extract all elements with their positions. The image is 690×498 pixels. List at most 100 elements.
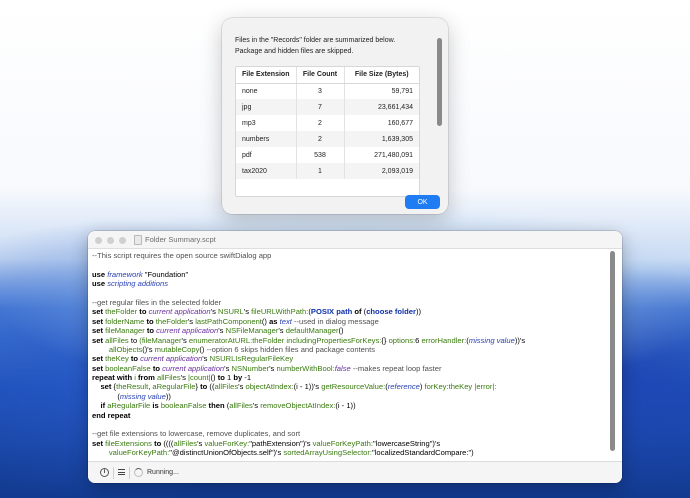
code-line: --This script requires the open source s…	[92, 251, 612, 260]
code-token: options:	[388, 335, 416, 345]
code-token: current application	[156, 326, 219, 336]
code-token: end repeat	[92, 410, 131, 420]
dialog-scrollbar[interactable]	[437, 38, 442, 126]
cell-count: 1	[296, 163, 345, 179]
file-summary-table[interactable]: File Extension File Count File Size (Byt…	[235, 66, 420, 197]
table-row[interactable]: mp3 2 160,677	[236, 115, 419, 131]
code-token: aRegularFile	[107, 401, 151, 411]
code-token: (i - 1))	[335, 401, 356, 411]
code-token: removeObjectAtIndex:	[260, 401, 336, 411]
code-token: by	[233, 373, 245, 383]
table-row[interactable]: none 3 59,791	[236, 83, 419, 99]
cell-count: 2	[296, 115, 345, 131]
code-token: text	[279, 316, 292, 326]
minimize-window-button[interactable]	[107, 237, 114, 244]
code-token: -1	[244, 373, 252, 383]
dialog-message: Files in the "Records" folder are summar…	[235, 36, 425, 57]
code-token: booleanFalse	[105, 363, 151, 373]
code-token: aRegularFile	[152, 382, 196, 392]
table-row[interactable]: tax2020 1 2,093,019	[236, 163, 419, 179]
code-token: "localizedStandardCompare:")	[372, 448, 474, 458]
code-line: allObjects()'s mutableCopy() --option 6 …	[92, 345, 612, 354]
code-token: scripting additions	[107, 279, 168, 289]
table-row[interactable]: pdf 538 271,480,091	[236, 147, 419, 163]
code-token: to	[151, 438, 164, 448]
code-line: set allFiles to (fileManager's enumerato…	[92, 336, 612, 345]
code-token: allFiles	[214, 382, 239, 392]
dialog-message-line: Package and hidden files are skipped.	[235, 47, 354, 55]
code-token: allFiles	[157, 373, 181, 383]
code-token: set	[92, 335, 106, 345]
code-token: is	[150, 401, 161, 411]
close-window-button[interactable]	[95, 237, 102, 244]
code-token: --makes repeat loop faster	[350, 363, 442, 373]
code-token: choose folder	[366, 307, 416, 317]
document-icon	[134, 235, 142, 245]
code-token: set	[92, 326, 106, 336]
column-header-extension[interactable]: File Extension	[236, 67, 297, 84]
title-bar[interactable]: Folder Summary.scpt	[88, 231, 622, 249]
code-line: use scripting additions	[92, 279, 612, 288]
code-line: if aRegularFile is booleanFalse then (al…	[92, 401, 612, 410]
code-token: ))	[165, 391, 171, 401]
code-token: getResourceValue:	[321, 382, 386, 392]
code-token: to	[144, 326, 157, 336]
code-token: 's	[202, 354, 210, 364]
cell-extension: mp3	[236, 115, 297, 131]
cell-extension: pdf	[236, 147, 297, 163]
list-icon[interactable]	[118, 469, 125, 475]
code-token: --used in dialog message	[291, 316, 379, 326]
code-token: allObjects	[92, 344, 143, 354]
code-token: current application	[148, 307, 211, 317]
code-token: booleanFalse	[160, 401, 207, 411]
cell-size: 23,661,434	[344, 99, 419, 115]
code-token: ()	[261, 316, 270, 326]
code-token: set	[92, 307, 106, 317]
code-token: to	[128, 335, 140, 345]
ok-button[interactable]: OK	[405, 195, 440, 209]
code-line: repeat with i from allFiles's |count|() …	[92, 373, 612, 382]
code-token: --get regular files in the selected fold…	[92, 297, 222, 307]
code-token: fileURLWithPath:	[251, 307, 309, 317]
window-title: Folder Summary.scpt	[145, 235, 216, 244]
table-row[interactable]: numbers 2 1,639,305	[236, 131, 419, 147]
editor-scrollbar[interactable]	[610, 251, 615, 451]
code-token: ((((	[163, 438, 174, 448]
divider	[113, 467, 114, 479]
script-code-area[interactable]: --This script requires the open source s…	[92, 251, 612, 461]
cell-extension: jpg	[236, 99, 297, 115]
code-token: 's	[181, 335, 189, 345]
cell-size: 2,093,019	[344, 163, 419, 179]
code-token: to	[128, 354, 141, 364]
code-line: --get regular files in the selected fold…	[92, 298, 612, 307]
column-header-count[interactable]: File Count	[296, 67, 345, 84]
code-token: ()	[210, 373, 218, 383]
code-token: 's	[218, 326, 226, 336]
code-token: false	[334, 363, 351, 373]
code-token: "pathExtension")'s	[249, 438, 313, 448]
code-token: ()	[199, 344, 207, 354]
cell-count: 2	[296, 131, 345, 147]
code-token: set	[92, 438, 106, 448]
code-token: valueForKeyPath:	[92, 448, 170, 458]
column-header-size[interactable]: File Size (Bytes)	[344, 67, 419, 84]
code-line: (missing value))	[92, 392, 612, 401]
code-token: (fileManager	[139, 335, 182, 345]
info-icon[interactable]: i	[100, 468, 109, 477]
code-token: set	[92, 316, 106, 326]
code-token: to	[137, 307, 149, 317]
code-token: {}	[381, 335, 389, 345]
code-token: current application	[162, 363, 225, 373]
code-token: NSFileManager	[225, 326, 279, 336]
code-token: --option 6 skips hidden files and packag…	[206, 344, 376, 354]
code-token: use	[92, 269, 108, 279]
code-token: then	[206, 401, 227, 411]
code-token: --get file extensions to lowercase, remo…	[92, 429, 301, 439]
code-token: to	[144, 316, 156, 326]
zoom-window-button[interactable]	[119, 237, 126, 244]
cell-extension: tax2020	[236, 163, 297, 179]
code-token: numberWithBool:	[276, 363, 335, 373]
table-row[interactable]: jpg 7 23,661,434	[236, 99, 419, 115]
code-token: --This script requires the open source s…	[92, 251, 272, 260]
